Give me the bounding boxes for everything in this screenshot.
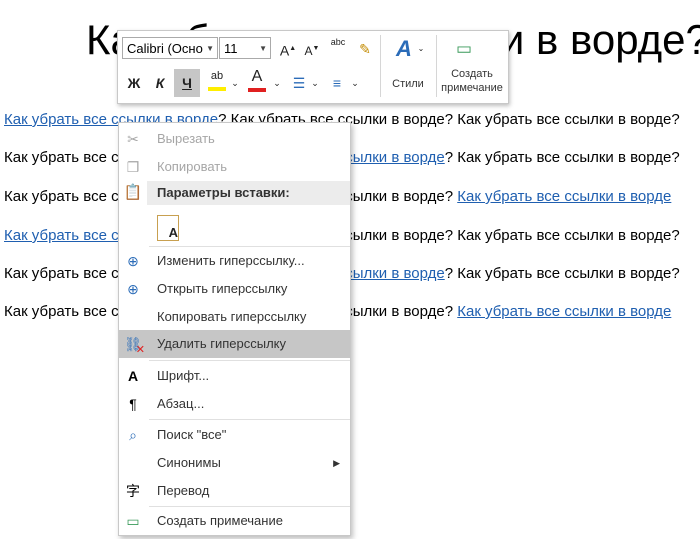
font-name-value: Calibri (Осно (127, 41, 203, 56)
menu-item-label: Вырезать (157, 131, 215, 146)
highlight-button[interactable]: ab (206, 67, 228, 91)
chevron-down-icon[interactable]: ⌄ (416, 37, 426, 61)
menu-item-label: Перевод (157, 483, 210, 498)
numbering-icon[interactable]: ≡ (326, 71, 348, 95)
shrink-font-button[interactable]: A▼ (302, 37, 322, 61)
menu-item-label: Копировать (157, 159, 227, 174)
italic-button[interactable]: К (150, 71, 170, 95)
styles-icon[interactable]: A (389, 37, 419, 61)
chevron-down-icon[interactable]: ⌄ (310, 71, 320, 95)
document-text: ? Как убрать все ссылки в ворде? (444, 265, 680, 282)
new-comment-icon: ▭ (126, 513, 140, 529)
clipboard-icon: 📋 (123, 184, 143, 201)
search-icon: ⌕ (129, 427, 137, 443)
bold-button[interactable]: Ж (124, 71, 144, 95)
menu-item-label: Синонимы (157, 455, 221, 470)
toolbar-separator (380, 35, 381, 97)
menu-item-paragraph[interactable]: ¶ Абзац... (119, 390, 350, 418)
chevron-down-icon[interactable]: ▼ (206, 38, 214, 60)
menu-item-translate[interactable]: 字 Перевод (119, 477, 350, 505)
globe-icon: ⊕ (127, 253, 139, 269)
menu-item-copy[interactable]: ❐ Копировать (119, 153, 350, 181)
grow-font-button[interactable]: A▲ (278, 37, 298, 61)
underline-button[interactable]: Ч (174, 69, 200, 97)
menu-item-label: Копировать гиперссылку (157, 309, 307, 324)
new-comment-label[interactable]: Создать примечание (436, 67, 508, 95)
remove-link-icon: ⛓ ✕ (124, 336, 145, 356)
chevron-down-icon[interactable]: ⌄ (350, 71, 360, 95)
menu-item-label: Удалить гиперссылку (157, 336, 287, 351)
menu-item-label: Открыть гиперссылку (157, 281, 288, 296)
font-icon: A (127, 368, 139, 384)
open-link-icon: ⊕ (127, 281, 139, 297)
font-name-combo[interactable]: Calibri (Осно ▼ (122, 37, 218, 59)
menu-item-copy-hyperlink[interactable]: Копировать гиперссылку (119, 303, 350, 331)
font-color-button[interactable]: A (246, 67, 268, 92)
menu-item-remove-hyperlink[interactable]: ⛓ ✕ Удалить гиперссылку (119, 330, 350, 358)
hyperlink[interactable]: ссылки в ворде (338, 149, 445, 166)
copy-icon: ❐ (126, 159, 140, 175)
document-text: ? Как убрать все ссылки в ворде? (444, 149, 680, 166)
format-painter-icon[interactable]: ✎ (356, 37, 374, 61)
menu-separator (149, 419, 350, 420)
mini-toolbar: Calibri (Осно ▼ 11 ▼ A▲ A▼ abc ✎ A ⌄ Сти… (117, 30, 509, 104)
chevron-down-icon[interactable]: ⌄ (230, 71, 240, 95)
font-size-value: 11 (224, 41, 238, 56)
chevron-down-icon[interactable]: ▼ (259, 38, 267, 60)
menu-separator (149, 360, 350, 361)
new-comment-icon[interactable]: ▭ (452, 37, 476, 61)
menu-item-cut[interactable]: ✂ Вырезать (119, 125, 350, 153)
paste-text-only-icon[interactable]: A (157, 215, 179, 241)
menu-item-font[interactable]: A Шрифт... (119, 362, 350, 390)
menu-item-label: Создать примечание (157, 513, 283, 528)
hyperlink[interactable]: Как убрать все ссылки в ворде (457, 303, 671, 320)
translate-icon: 字 (126, 483, 140, 499)
menu-item-label: Абзац... (157, 396, 205, 411)
menu-item-edit-hyperlink[interactable]: ⊕ Изменить гиперссылку... (119, 247, 350, 275)
scissors-icon: ✂ (127, 131, 139, 147)
hyperlink[interactable]: ссылки в ворде (338, 265, 445, 282)
bullets-icon[interactable]: ☰ (288, 71, 310, 95)
font-color-swatch (248, 88, 266, 92)
highlight-color-swatch (208, 87, 226, 91)
menu-item-label: Поиск "все" (157, 427, 227, 442)
menu-item-label: Шрифт... (157, 368, 210, 383)
menu-item-search[interactable]: ⌕ Поиск "все" (119, 421, 350, 449)
styles-label[interactable]: Стили (382, 77, 434, 91)
chevron-down-icon[interactable]: ⌄ (272, 71, 282, 95)
paste-options-header: Параметры вставки: (147, 181, 350, 205)
menu-item-label: Изменить гиперссылку... (157, 253, 305, 268)
hyperlink[interactable]: Как убрать все ссылки в ворде (457, 188, 671, 205)
menu-item-synonyms[interactable]: Синонимы ▶ (119, 449, 350, 477)
clear-format-button[interactable]: abc (328, 35, 348, 59)
context-menu: ✂ Вырезать ❐ Копировать 📋 Параметры вста… (118, 122, 351, 536)
submenu-arrow-icon: ▶ (333, 458, 340, 468)
font-size-combo[interactable]: 11 ▼ (219, 37, 271, 59)
menu-item-open-hyperlink[interactable]: ⊕ Открыть гиперссылку (119, 275, 350, 303)
paragraph-icon: ¶ (129, 396, 137, 412)
menu-item-new-comment[interactable]: ▭ Создать примечание (119, 507, 350, 535)
